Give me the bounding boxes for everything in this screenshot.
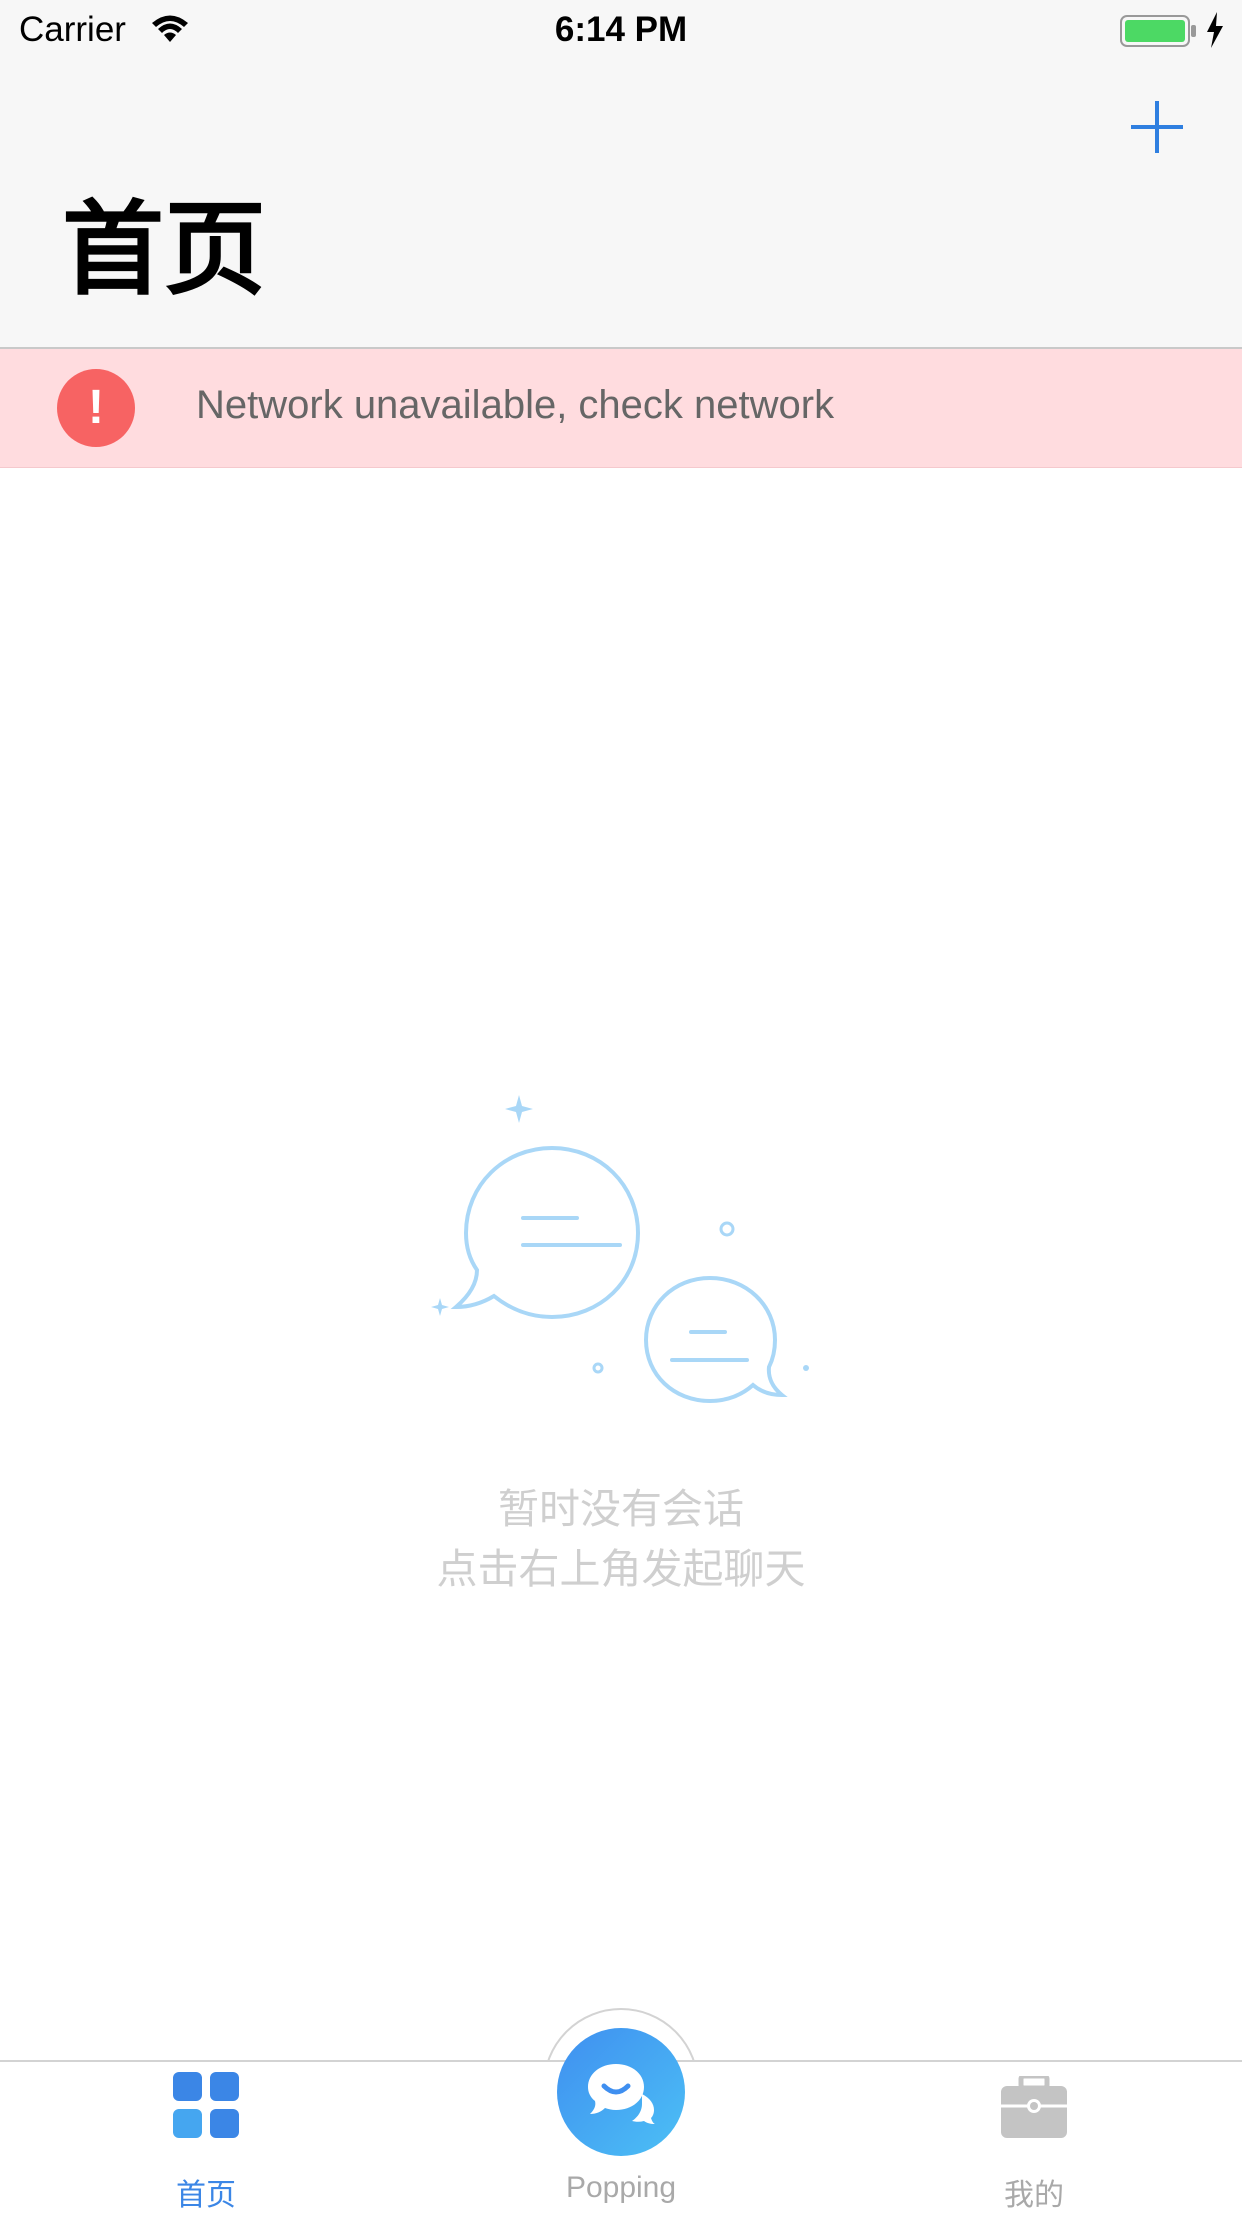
clock: 6:14 PM bbox=[554, 10, 688, 49]
tab-mine-label: 我的 bbox=[1004, 2178, 1064, 2213]
status-bar: Carrier 6:14 PM bbox=[0, 0, 1242, 60]
tab-mine[interactable]: 我的 bbox=[934, 2070, 1134, 2213]
plus-icon[interactable] bbox=[1125, 95, 1189, 159]
tab-home[interactable]: 首页 bbox=[106, 2070, 306, 2213]
chat-icon bbox=[588, 2064, 655, 2124]
tab-popping-label: Popping bbox=[565, 2171, 677, 2204]
briefcase-icon bbox=[1001, 2076, 1067, 2138]
navigation-bar: 首页 bbox=[0, 60, 1242, 349]
battery-icon bbox=[1120, 15, 1196, 47]
tab-popping[interactable]: Popping bbox=[520, 2025, 722, 2208]
charging-icon bbox=[1207, 12, 1223, 48]
network-error-banner[interactable]: ! Network unavailable, check network bbox=[0, 349, 1242, 468]
network-error-message: Network unavailable, check network bbox=[196, 383, 835, 427]
tab-home-label: 首页 bbox=[176, 2178, 236, 2213]
grid-icon bbox=[173, 2072, 239, 2138]
page-title: 首页 bbox=[62, 191, 266, 310]
empty-state-hint: 点击右上角发起聊天 bbox=[436, 1545, 806, 1593]
chat-bubbles-icon bbox=[431, 1095, 809, 1404]
empty-state-title: 暂时没有会话 bbox=[498, 1485, 744, 1533]
popping-button bbox=[557, 2028, 685, 2156]
alert-icon: ! bbox=[57, 369, 135, 447]
